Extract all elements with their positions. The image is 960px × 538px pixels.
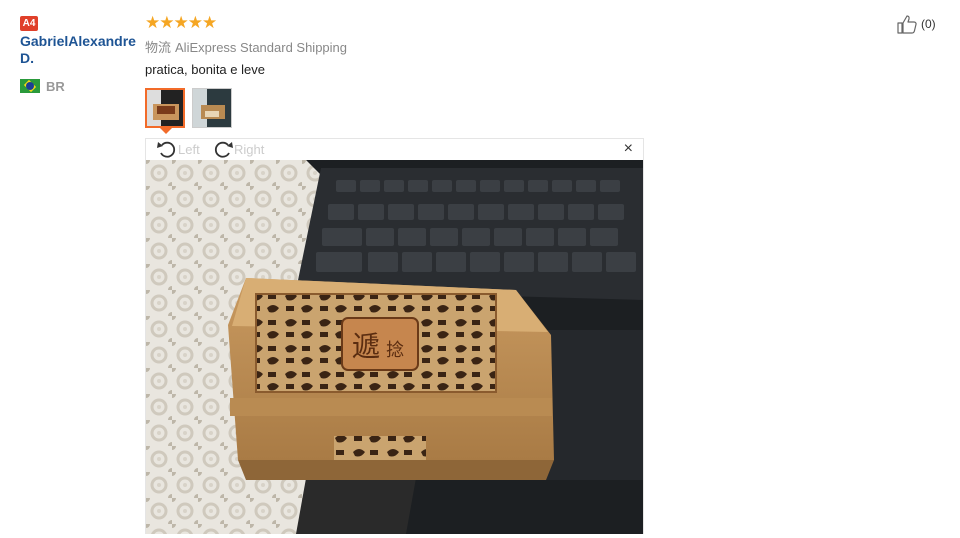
rotate-right-button[interactable]: Right (212, 139, 264, 159)
country-code: BR (46, 78, 65, 94)
photo-viewer: Left Right × 遞 捻 (145, 138, 644, 534)
review-text: pratica, bonita e leve (145, 62, 265, 77)
review-photo: 遞 捻 (146, 160, 643, 534)
shipping-method: AliExpress Standard Shipping (175, 40, 348, 55)
rotate-left-icon (157, 141, 176, 158)
selected-thumbnail-pointer (160, 128, 172, 134)
svg-text:遞: 遞 (352, 330, 380, 363)
like-button[interactable]: (0) (897, 14, 936, 34)
brazil-flag-icon (20, 79, 40, 93)
review-photo-thumbnail-1[interactable] (145, 88, 185, 128)
buyer-level-badge: A4 (20, 16, 38, 31)
shipping-info: 物流 AliExpress Standard Shipping (145, 37, 347, 56)
viewer-toolbar: Left Right × (146, 139, 643, 160)
rotate-right-icon (214, 141, 233, 158)
rotate-left-button[interactable]: Left (156, 139, 200, 159)
review-photo-thumbnail-2[interactable] (192, 88, 232, 128)
close-viewer-button[interactable]: × (624, 141, 633, 157)
like-count: (0) (921, 17, 936, 31)
svg-text:捻: 捻 (386, 340, 404, 361)
thumbs-up-icon (897, 15, 917, 34)
reviewer-name: GabrielAlexandre D. (20, 33, 136, 66)
star-rating: ★★★★★ (145, 13, 217, 32)
logistics-label: 物流 (145, 40, 172, 55)
rotate-right-label: Right (234, 141, 265, 157)
rotate-left-label: Left (178, 141, 200, 157)
reviewer-country: BR (20, 78, 65, 94)
